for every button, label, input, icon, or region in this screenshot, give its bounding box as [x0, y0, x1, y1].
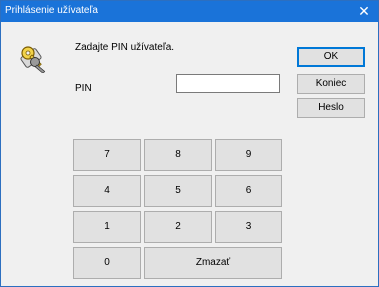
clear-button[interactable]: Zmazať — [144, 247, 282, 279]
keypad-0-button[interactable]: 0 — [73, 247, 141, 279]
keypad-1-button[interactable]: 1 — [73, 211, 141, 243]
pin-input[interactable] — [176, 74, 280, 93]
pin-label: PIN — [75, 83, 92, 94]
pin-prompt: Zadajte PIN užívateľa. — [75, 42, 175, 53]
keys-icon — [20, 46, 46, 73]
login-dialog-window: Prihlásenie užívateľa ✕ Zadajte PIN užív… — [0, 0, 379, 287]
keypad-4-button[interactable]: 4 — [73, 175, 141, 207]
window-title: Prihlásenie užívateľa — [5, 5, 98, 16]
keypad-2-button[interactable]: 2 — [144, 211, 212, 243]
keypad-7-button[interactable]: 7 — [73, 139, 141, 171]
keypad-3-button[interactable]: 3 — [215, 211, 282, 243]
password-button[interactable]: Heslo — [297, 98, 365, 118]
title-bar[interactable]: Prihlásenie užívateľa ✕ — [1, 1, 378, 22]
keypad-5-button[interactable]: 5 — [144, 175, 212, 207]
ok-button[interactable]: OK — [297, 47, 365, 67]
keypad-9-button[interactable]: 9 — [215, 139, 282, 171]
keypad-8-button[interactable]: 8 — [144, 139, 212, 171]
keypad-6-button[interactable]: 6 — [215, 175, 282, 207]
close-icon[interactable]: ✕ — [350, 1, 378, 22]
exit-button[interactable]: Koniec — [297, 74, 365, 94]
